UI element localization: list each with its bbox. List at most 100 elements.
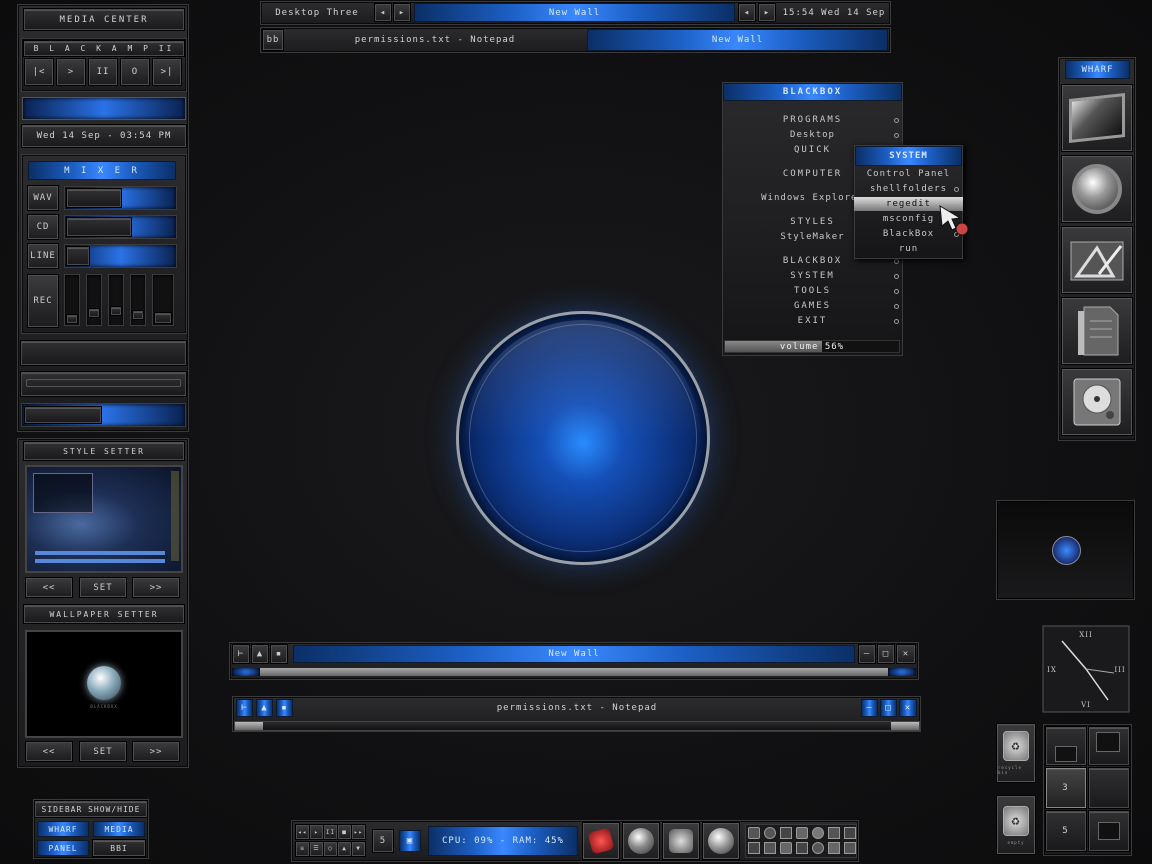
style-preview[interactable] (25, 465, 183, 573)
cd-volume-slider[interactable] (64, 215, 177, 239)
line-volume-slider[interactable] (64, 244, 177, 268)
window-up-button[interactable]: ▲ (252, 645, 268, 663)
media-launcher-icon[interactable] (663, 823, 699, 859)
pager-cell-4[interactable] (1089, 768, 1129, 808)
style-next-button[interactable]: >> (133, 578, 179, 597)
pager-cell-2[interactable] (1089, 727, 1129, 765)
tray-icon[interactable] (844, 842, 856, 854)
menu-item-system[interactable]: SYSTEM (722, 269, 903, 283)
stop-button[interactable]: ■ (338, 825, 351, 839)
notepad-menu-button[interactable]: ⊢ (236, 699, 253, 717)
forward-button[interactable]: ▸▸ (352, 825, 365, 839)
fader-knob[interactable] (155, 313, 171, 323)
menu-item-desktop[interactable]: Desktop (722, 128, 903, 142)
fader-knob[interactable] (67, 315, 77, 323)
toggle-panel-button[interactable]: PANEL (37, 840, 89, 856)
sidebar-progress[interactable] (21, 403, 186, 427)
tray-icon[interactable] (796, 827, 808, 839)
rec-fader-2[interactable] (86, 274, 102, 326)
workspace-name[interactable]: Desktop Three (264, 4, 370, 21)
current-window-label[interactable]: New Wall (414, 3, 735, 22)
notepad-close-button[interactable]: ✕ (899, 699, 917, 717)
tray-icon[interactable] (812, 842, 824, 854)
notepad-minimize-button[interactable]: – (861, 699, 878, 717)
new-wall-title[interactable]: New Wall (293, 645, 855, 663)
task-new-wall[interactable]: New Wall (587, 29, 888, 51)
notepad-up-button[interactable]: ▲ (256, 699, 273, 717)
cd-volume-knob[interactable] (67, 218, 131, 236)
rewind-button[interactable]: ◂◂ (296, 825, 309, 839)
globe-launcher-icon[interactable] (623, 823, 659, 859)
fader-knob[interactable] (111, 307, 121, 315)
tray-icon[interactable] (764, 842, 776, 854)
task-notepad[interactable]: permissions.txt - Notepad (287, 30, 583, 50)
hard-drive-icon[interactable] (1062, 369, 1132, 435)
browser-launcher-icon[interactable] (703, 823, 739, 859)
notepad-pin-button[interactable]: ▪ (276, 699, 293, 717)
workspace-number[interactable]: 5 (373, 830, 393, 852)
wallpaper-preview[interactable]: BLACKBOX (25, 630, 183, 738)
pause-button[interactable]: II (324, 825, 337, 839)
tray-icon[interactable] (748, 827, 760, 839)
tray-icon[interactable] (828, 842, 840, 854)
menu-item-games[interactable]: GAMES (722, 299, 903, 313)
previous-button[interactable]: |< (25, 59, 53, 85)
volume-bar[interactable]: volume 56% (724, 340, 900, 353)
toggle-wharf[interactable]: WHARF (37, 821, 89, 837)
resize-grip-left[interactable] (232, 668, 260, 676)
line-volume-knob[interactable] (67, 247, 89, 265)
play-button[interactable]: ▸ (310, 825, 323, 839)
wav-volume-knob[interactable] (67, 189, 121, 207)
system-item-shellfolders[interactable]: shellfolders (854, 182, 963, 196)
play-button[interactable]: > (57, 59, 85, 85)
graphics-tools-icon[interactable] (1062, 227, 1132, 293)
fader-knob[interactable] (89, 309, 99, 317)
volume-up-button[interactable]: ▲ (338, 841, 351, 856)
menu-item-programs[interactable]: PROGRAMS (722, 113, 903, 127)
wallpaper-set-button[interactable]: SET (80, 742, 126, 761)
app-launcher-red-icon[interactable] (583, 823, 619, 859)
style-prev-button[interactable]: << (26, 578, 72, 597)
tray-icon[interactable] (844, 827, 856, 839)
tray-icon[interactable] (796, 842, 808, 854)
progress-knob[interactable] (25, 407, 101, 423)
resize-grip-right[interactable] (891, 722, 919, 730)
monitor-icon[interactable] (1062, 85, 1132, 151)
tray-icon[interactable] (812, 827, 824, 839)
window-menu-button[interactable]: ⊢ (233, 645, 249, 663)
repeat-button[interactable]: ○ (324, 841, 337, 856)
media-center-label[interactable]: MEDIA CENTER (24, 9, 184, 30)
next-button[interactable]: >| (153, 59, 181, 85)
taskbar-window-button[interactable]: ▣ (399, 830, 421, 852)
menu-item-tools[interactable]: TOOLS (722, 284, 903, 298)
pager-cell-1[interactable] (1046, 727, 1086, 765)
recycle-bin-icon[interactable]: ♻ recycle bin (997, 724, 1035, 782)
pager-cell-5[interactable]: 5 (1046, 811, 1086, 851)
minimize-button[interactable]: – (859, 645, 875, 663)
eject-button[interactable]: ≡ (296, 841, 309, 856)
rec-fader-5[interactable] (152, 274, 174, 326)
window-next-button[interactable]: ▸ (759, 4, 775, 21)
window-pin-button[interactable]: ▪ (271, 645, 287, 663)
pager-cell-3[interactable]: 3 (1046, 768, 1086, 808)
playlist-button[interactable]: ☰ (310, 841, 323, 856)
wav-volume-slider[interactable] (64, 186, 177, 210)
resize-grip-left[interactable] (235, 722, 263, 730)
rec-fader-3[interactable] (108, 274, 124, 326)
rec-fader-4[interactable] (130, 274, 146, 326)
menu-item-exit[interactable]: EXIT (722, 314, 903, 328)
document-icon[interactable] (1062, 298, 1132, 364)
resize-grip-right[interactable] (888, 668, 916, 676)
tray-icon[interactable] (748, 842, 760, 854)
seek-bar[interactable] (22, 97, 186, 120)
volume-down-button[interactable]: ▼ (352, 841, 365, 856)
system-item-run[interactable]: run (854, 242, 963, 256)
tray-icon[interactable] (828, 827, 840, 839)
stop-button[interactable]: O (121, 59, 149, 85)
wallpaper-next-button[interactable]: >> (133, 742, 179, 761)
notepad-title[interactable]: permissions.txt - Notepad (297, 699, 857, 717)
workspace-prev-button[interactable]: ◂ (375, 4, 391, 21)
style-set-button[interactable]: SET (80, 578, 126, 597)
notepad-maximize-button[interactable]: □ (880, 699, 897, 717)
rec-fader-1[interactable] (64, 274, 80, 326)
